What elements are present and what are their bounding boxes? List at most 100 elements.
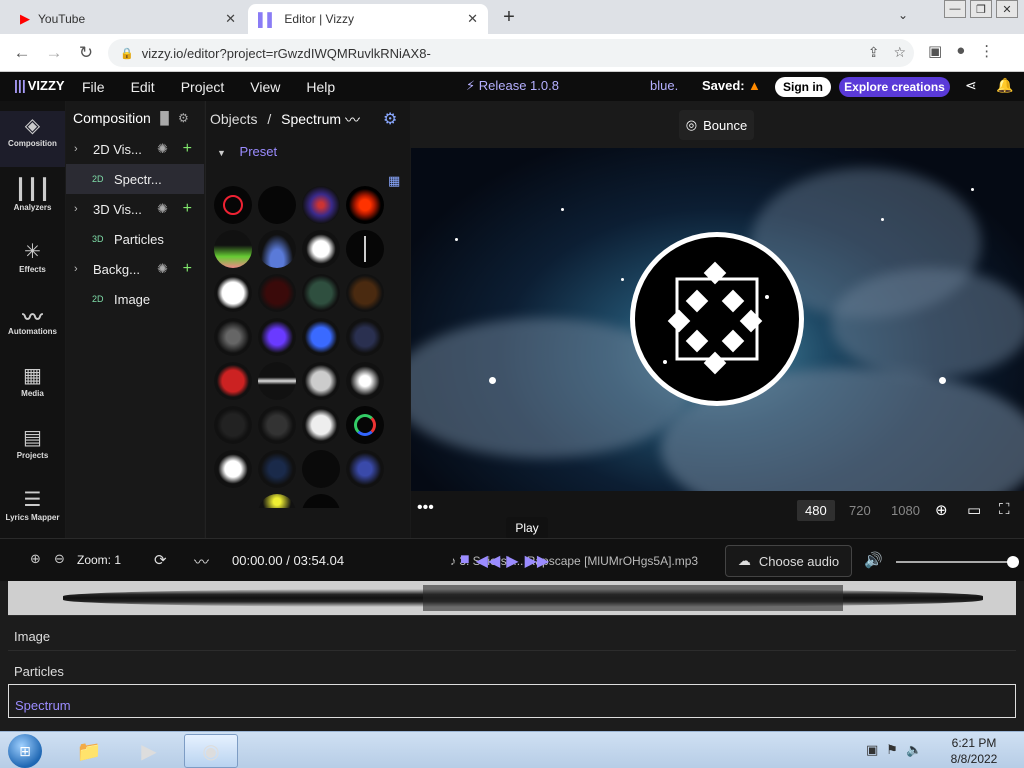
bounce-button[interactable]: ◎ Bounce xyxy=(679,110,754,140)
tree-item-spectrum[interactable]: 2D Spectr... xyxy=(66,164,204,194)
preset-thumbnail[interactable] xyxy=(346,318,384,356)
tab-youtube[interactable]: ▶ YouTube ✕ xyxy=(10,4,246,34)
sparkle-icon[interactable]: ✺ xyxy=(157,141,168,157)
preset-toggle[interactable]: ▼ Preset xyxy=(217,144,277,159)
preset-thumbnail[interactable] xyxy=(302,362,340,400)
preset-thumbnail[interactable] xyxy=(258,406,296,444)
menu-help[interactable]: Help xyxy=(306,79,335,95)
sidebar-item-analyzers[interactable]: ┃┃┃ Analyzers xyxy=(0,177,65,212)
preset-thumbnail[interactable] xyxy=(302,274,340,312)
menu-view[interactable]: View xyxy=(250,79,280,95)
play-icon[interactable]: ▶ xyxy=(506,551,518,571)
preset-thumbnail[interactable] xyxy=(258,230,296,268)
visualizer-canvas[interactable] xyxy=(411,148,1024,491)
chrome-icon[interactable]: ◉ xyxy=(184,734,238,768)
sparkle-icon[interactable]: ✺ xyxy=(157,261,168,277)
menu-project[interactable]: Project xyxy=(181,79,225,95)
menu-edit[interactable]: Edit xyxy=(131,79,155,95)
release-link[interactable]: ⚡ Release 1.0.8 xyxy=(466,78,559,94)
track-spectrum[interactable]: Spectrum xyxy=(8,684,1016,718)
preset-thumbnail[interactable] xyxy=(258,318,296,356)
rewind-icon[interactable]: ◀◀ xyxy=(476,551,501,571)
close-window-button[interactable]: ✕ xyxy=(996,0,1018,18)
chevron-down-icon[interactable]: ⌄ xyxy=(898,8,908,22)
reload-icon[interactable]: ↻ xyxy=(76,43,96,63)
fullscreen-icon[interactable]: ⛶ xyxy=(999,501,1010,518)
preset-thumbnail[interactable] xyxy=(258,186,296,224)
system-clock[interactable]: 6:21 PM 8/8/2022 xyxy=(946,735,1002,767)
lock-icon[interactable]: 🔒 xyxy=(120,47,134,60)
sign-in-button[interactable]: Sign in xyxy=(775,77,831,97)
menu-file[interactable]: File xyxy=(82,79,105,95)
new-tab-button[interactable]: + xyxy=(498,6,520,29)
preset-thumbnail[interactable] xyxy=(346,362,384,400)
trend-line-icon[interactable]: 〰 xyxy=(194,551,209,572)
more-options-icon[interactable]: ••• xyxy=(417,499,434,517)
preset-thumbnail[interactable] xyxy=(346,274,384,312)
preset-thumbnail[interactable] xyxy=(214,450,252,488)
chevron-right-icon[interactable]: › xyxy=(74,143,78,155)
track-image[interactable]: Image xyxy=(8,615,1016,649)
network-icon[interactable]: ▣ xyxy=(866,742,878,758)
stop-icon[interactable]: ■ xyxy=(460,551,470,571)
restore-button[interactable]: ❐ xyxy=(970,0,992,18)
preset-thumbnail[interactable] xyxy=(258,274,296,312)
side-panel-icon[interactable]: ▣ xyxy=(928,42,942,60)
tree-group-3d[interactable]: › 3D Vis... ✺ + xyxy=(66,194,204,224)
speaker-icon[interactable]: 🔈 xyxy=(906,742,922,758)
preset-thumbnail[interactable] xyxy=(214,274,252,312)
close-tab-icon[interactable]: ✕ xyxy=(225,11,236,27)
start-button[interactable]: ⊞ xyxy=(8,734,42,768)
resolution-720[interactable]: 720 xyxy=(849,503,871,518)
preset-thumbnail[interactable] xyxy=(346,406,384,444)
back-icon[interactable]: ← xyxy=(12,43,32,63)
chevron-right-icon[interactable]: › xyxy=(74,263,78,275)
sync-icon[interactable]: ⟳ xyxy=(154,551,167,569)
zoom-out-icon[interactable]: ⊖ xyxy=(54,551,65,567)
resolution-480[interactable]: 480 xyxy=(797,500,835,521)
tree-group-background[interactable]: › Backg... ✺ + xyxy=(66,254,204,284)
chevron-right-icon[interactable]: › xyxy=(74,203,78,215)
preset-thumbnail[interactable] xyxy=(302,406,340,444)
sidebar-item-composition[interactable]: ◈ Composition xyxy=(0,111,65,167)
globe-icon[interactable]: ⊕ xyxy=(935,501,948,519)
trend-line-icon[interactable]: 〰 xyxy=(345,109,360,130)
tree-group-2d[interactable]: › 2D Vis... ✺ + xyxy=(66,134,204,164)
sidebar-item-media[interactable]: ▦ Media xyxy=(0,363,65,398)
tree-item-particles[interactable]: 3D Particles xyxy=(66,224,204,254)
add-icon[interactable]: + xyxy=(183,200,192,218)
preset-thumbnail[interactable] xyxy=(214,186,252,224)
track-particles[interactable]: Particles xyxy=(8,650,1016,684)
minimize-button[interactable]: — xyxy=(944,0,966,18)
breadcrumb-objects[interactable]: Objects xyxy=(210,111,257,127)
bar-chart-icon[interactable]: ▐▌ xyxy=(156,111,173,125)
preset-thumbnail[interactable] xyxy=(214,362,252,400)
vizzy-logo[interactable]: ||| VIZZY xyxy=(14,77,65,93)
preset-thumbnail[interactable] xyxy=(302,230,340,268)
audio-waveform[interactable] xyxy=(8,581,1016,615)
preset-thumbnail[interactable] xyxy=(346,186,384,224)
volume-icon[interactable]: 🔊 xyxy=(864,551,883,569)
picture-in-picture-icon[interactable]: ▭ xyxy=(967,501,981,519)
preset-thumbnail[interactable] xyxy=(346,450,384,488)
file-explorer-icon[interactable]: 📁 xyxy=(62,734,116,768)
gear-icon[interactable]: ⚙ xyxy=(178,111,189,125)
sidebar-item-automations[interactable]: 〰 Automations xyxy=(0,301,65,336)
sparkle-icon[interactable]: ✺ xyxy=(157,201,168,217)
notification-bell-icon[interactable]: 🔔 xyxy=(996,77,1013,94)
media-player-icon[interactable]: ▶ xyxy=(122,734,176,768)
add-icon[interactable]: + xyxy=(183,140,192,158)
sidebar-item-projects[interactable]: ▤ Projects xyxy=(0,425,65,460)
preset-thumbnail[interactable] xyxy=(302,450,340,488)
more-menu-icon[interactable]: ⋮ xyxy=(979,42,994,60)
preset-thumbnail[interactable] xyxy=(302,186,340,224)
volume-knob[interactable] xyxy=(1007,556,1019,568)
volume-slider[interactable] xyxy=(896,556,1019,568)
gear-icon[interactable]: ⚙ xyxy=(383,109,397,129)
explore-creations-button[interactable]: Explore creations xyxy=(839,77,950,97)
resolution-1080[interactable]: 1080 xyxy=(891,503,920,518)
bookmark-star-icon[interactable]: ☆ xyxy=(893,44,906,61)
forward-icon[interactable]: → xyxy=(44,43,64,63)
choose-audio-button[interactable]: ☁ Choose audio xyxy=(725,545,852,577)
tab-vizzy[interactable]: ▌▌ Editor | Vizzy ✕ xyxy=(248,4,488,34)
